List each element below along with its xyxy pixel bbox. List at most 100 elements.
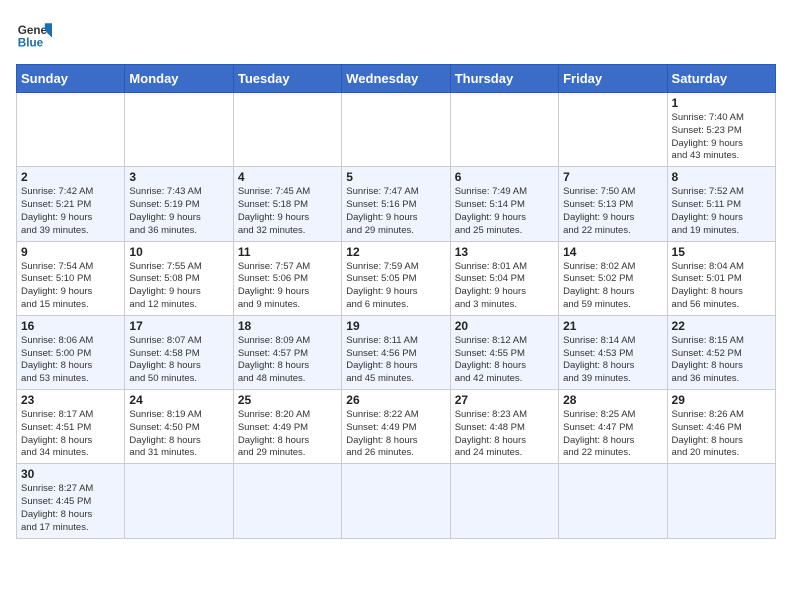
calendar-cell: 8Sunrise: 7:52 AM Sunset: 5:11 PM Daylig… [667,167,775,241]
calendar-week-row: 1 Sunrise: 7:40 AM Sunset: 5:23 PM Daylig… [17,93,776,167]
calendar-cell: 28Sunrise: 8:25 AM Sunset: 4:47 PM Dayli… [559,390,667,464]
logo-icon: General Blue [16,16,52,52]
logo: General Blue [16,16,52,52]
day-info: Sunrise: 8:14 AM Sunset: 4:53 PM Dayligh… [563,335,662,386]
day-info: Sunrise: 8:22 AM Sunset: 4:49 PM Dayligh… [346,409,445,460]
day-info: Sunrise: 8:09 AM Sunset: 4:57 PM Dayligh… [238,335,337,386]
calendar-cell [233,464,341,538]
weekday-header-sunday: Sunday [17,65,125,93]
day-number: 13 [455,245,554,259]
calendar-cell [233,93,341,167]
day-number: 23 [21,393,120,407]
day-number: 7 [563,170,662,184]
day-number: 24 [129,393,228,407]
calendar-cell [125,464,233,538]
day-info: Sunrise: 8:02 AM Sunset: 5:02 PM Dayligh… [563,261,662,312]
day-info: Sunrise: 7:59 AM Sunset: 5:05 PM Dayligh… [346,261,445,312]
calendar-week-row: 23 Sunrise: 8:17 AM Sunset: 4:51 PM Dayli… [17,390,776,464]
calendar-cell: 26 Sunrise: 8:22 AM Sunset: 4:49 PM Dayli… [342,390,450,464]
day-info: Sunrise: 7:43 AM Sunset: 5:19 PM Dayligh… [129,186,228,237]
day-info: Sunrise: 8:23 AM Sunset: 4:48 PM Dayligh… [455,409,554,460]
day-number: 25 [238,393,337,407]
day-number: 8 [672,170,771,184]
day-info: Sunrise: 8:04 AM Sunset: 5:01 PM Dayligh… [672,261,771,312]
calendar-cell: 5Sunrise: 7:47 AM Sunset: 5:16 PM Daylig… [342,167,450,241]
day-info: Sunrise: 7:50 AM Sunset: 5:13 PM Dayligh… [563,186,662,237]
day-info: Sunrise: 7:54 AM Sunset: 5:10 PM Dayligh… [21,261,120,312]
calendar-cell: 22 Sunrise: 8:15 AM Sunset: 4:52 PM Dayli… [667,315,775,389]
calendar-cell [342,464,450,538]
day-number: 22 [672,319,771,333]
calendar-cell: 16Sunrise: 8:06 AM Sunset: 5:00 PM Dayli… [17,315,125,389]
weekday-header-thursday: Thursday [450,65,558,93]
calendar-cell: 9Sunrise: 7:54 AM Sunset: 5:10 PM Daylig… [17,241,125,315]
day-info: Sunrise: 8:19 AM Sunset: 4:50 PM Dayligh… [129,409,228,460]
day-info: Sunrise: 8:11 AM Sunset: 4:56 PM Dayligh… [346,335,445,386]
day-info: Sunrise: 8:07 AM Sunset: 4:58 PM Dayligh… [129,335,228,386]
day-number: 18 [238,319,337,333]
calendar-week-row: 9Sunrise: 7:54 AM Sunset: 5:10 PM Daylig… [17,241,776,315]
day-info: Sunrise: 8:27 AM Sunset: 4:45 PM Dayligh… [21,483,120,534]
day-info: Sunrise: 7:49 AM Sunset: 5:14 PM Dayligh… [455,186,554,237]
calendar-cell: 10Sunrise: 7:55 AM Sunset: 5:08 PM Dayli… [125,241,233,315]
day-info: Sunrise: 8:17 AM Sunset: 4:51 PM Dayligh… [21,409,120,460]
day-number: 17 [129,319,228,333]
day-info: Sunrise: 7:40 AM Sunset: 5:23 PM Dayligh… [672,112,771,163]
calendar-cell: 25Sunrise: 8:20 AM Sunset: 4:49 PM Dayli… [233,390,341,464]
calendar-cell [125,93,233,167]
day-info: Sunrise: 7:45 AM Sunset: 5:18 PM Dayligh… [238,186,337,237]
day-number: 11 [238,245,337,259]
day-info: Sunrise: 7:42 AM Sunset: 5:21 PM Dayligh… [21,186,120,237]
calendar-cell: 15 Sunrise: 8:04 AM Sunset: 5:01 PM Dayli… [667,241,775,315]
day-number: 19 [346,319,445,333]
calendar-cell: 11Sunrise: 7:57 AM Sunset: 5:06 PM Dayli… [233,241,341,315]
calendar-cell: 17 Sunrise: 8:07 AM Sunset: 4:58 PM Dayli… [125,315,233,389]
calendar-cell: 2 Sunrise: 7:42 AM Sunset: 5:21 PM Daylig… [17,167,125,241]
day-number: 20 [455,319,554,333]
day-number: 6 [455,170,554,184]
weekday-header-row: SundayMondayTuesdayWednesdayThursdayFrid… [17,65,776,93]
day-info: Sunrise: 8:15 AM Sunset: 4:52 PM Dayligh… [672,335,771,386]
calendar-table: SundayMondayTuesdayWednesdayThursdayFrid… [16,64,776,539]
calendar-week-row: 30Sunrise: 8:27 AM Sunset: 4:45 PM Dayli… [17,464,776,538]
day-number: 10 [129,245,228,259]
day-number: 28 [563,393,662,407]
calendar-cell [450,464,558,538]
calendar-cell: 19 Sunrise: 8:11 AM Sunset: 4:56 PM Dayli… [342,315,450,389]
calendar-cell [559,464,667,538]
calendar-cell: 30Sunrise: 8:27 AM Sunset: 4:45 PM Dayli… [17,464,125,538]
day-info: Sunrise: 7:47 AM Sunset: 5:16 PM Dayligh… [346,186,445,237]
day-number: 12 [346,245,445,259]
calendar-cell: 23 Sunrise: 8:17 AM Sunset: 4:51 PM Dayli… [17,390,125,464]
calendar-week-row: 2 Sunrise: 7:42 AM Sunset: 5:21 PM Daylig… [17,167,776,241]
weekday-header-monday: Monday [125,65,233,93]
calendar-cell: 18 Sunrise: 8:09 AM Sunset: 4:57 PM Dayli… [233,315,341,389]
day-info: Sunrise: 8:01 AM Sunset: 5:04 PM Dayligh… [455,261,554,312]
calendar-cell: 13 Sunrise: 8:01 AM Sunset: 5:04 PM Dayli… [450,241,558,315]
day-number: 14 [563,245,662,259]
calendar-cell [17,93,125,167]
day-number: 21 [563,319,662,333]
calendar-cell [559,93,667,167]
header: General Blue [16,16,776,52]
day-number: 2 [21,170,120,184]
weekday-header-friday: Friday [559,65,667,93]
calendar-cell: 4Sunrise: 7:45 AM Sunset: 5:18 PM Daylig… [233,167,341,241]
calendar-cell: 6 Sunrise: 7:49 AM Sunset: 5:14 PM Daylig… [450,167,558,241]
day-number: 1 [672,96,771,110]
day-info: Sunrise: 8:12 AM Sunset: 4:55 PM Dayligh… [455,335,554,386]
day-number: 26 [346,393,445,407]
day-number: 15 [672,245,771,259]
calendar-cell: 27Sunrise: 8:23 AM Sunset: 4:48 PM Dayli… [450,390,558,464]
day-number: 16 [21,319,120,333]
calendar-cell: 20 Sunrise: 8:12 AM Sunset: 4:55 PM Dayli… [450,315,558,389]
calendar-cell: 29Sunrise: 8:26 AM Sunset: 4:46 PM Dayli… [667,390,775,464]
day-number: 3 [129,170,228,184]
calendar-cell [342,93,450,167]
calendar-cell [667,464,775,538]
page-container: General Blue SundayMondayTuesdayWednesda… [16,16,776,539]
calendar-cell: 1 Sunrise: 7:40 AM Sunset: 5:23 PM Daylig… [667,93,775,167]
weekday-header-saturday: Saturday [667,65,775,93]
calendar-cell: 7 Sunrise: 7:50 AM Sunset: 5:13 PM Daylig… [559,167,667,241]
svg-text:Blue: Blue [18,37,44,50]
